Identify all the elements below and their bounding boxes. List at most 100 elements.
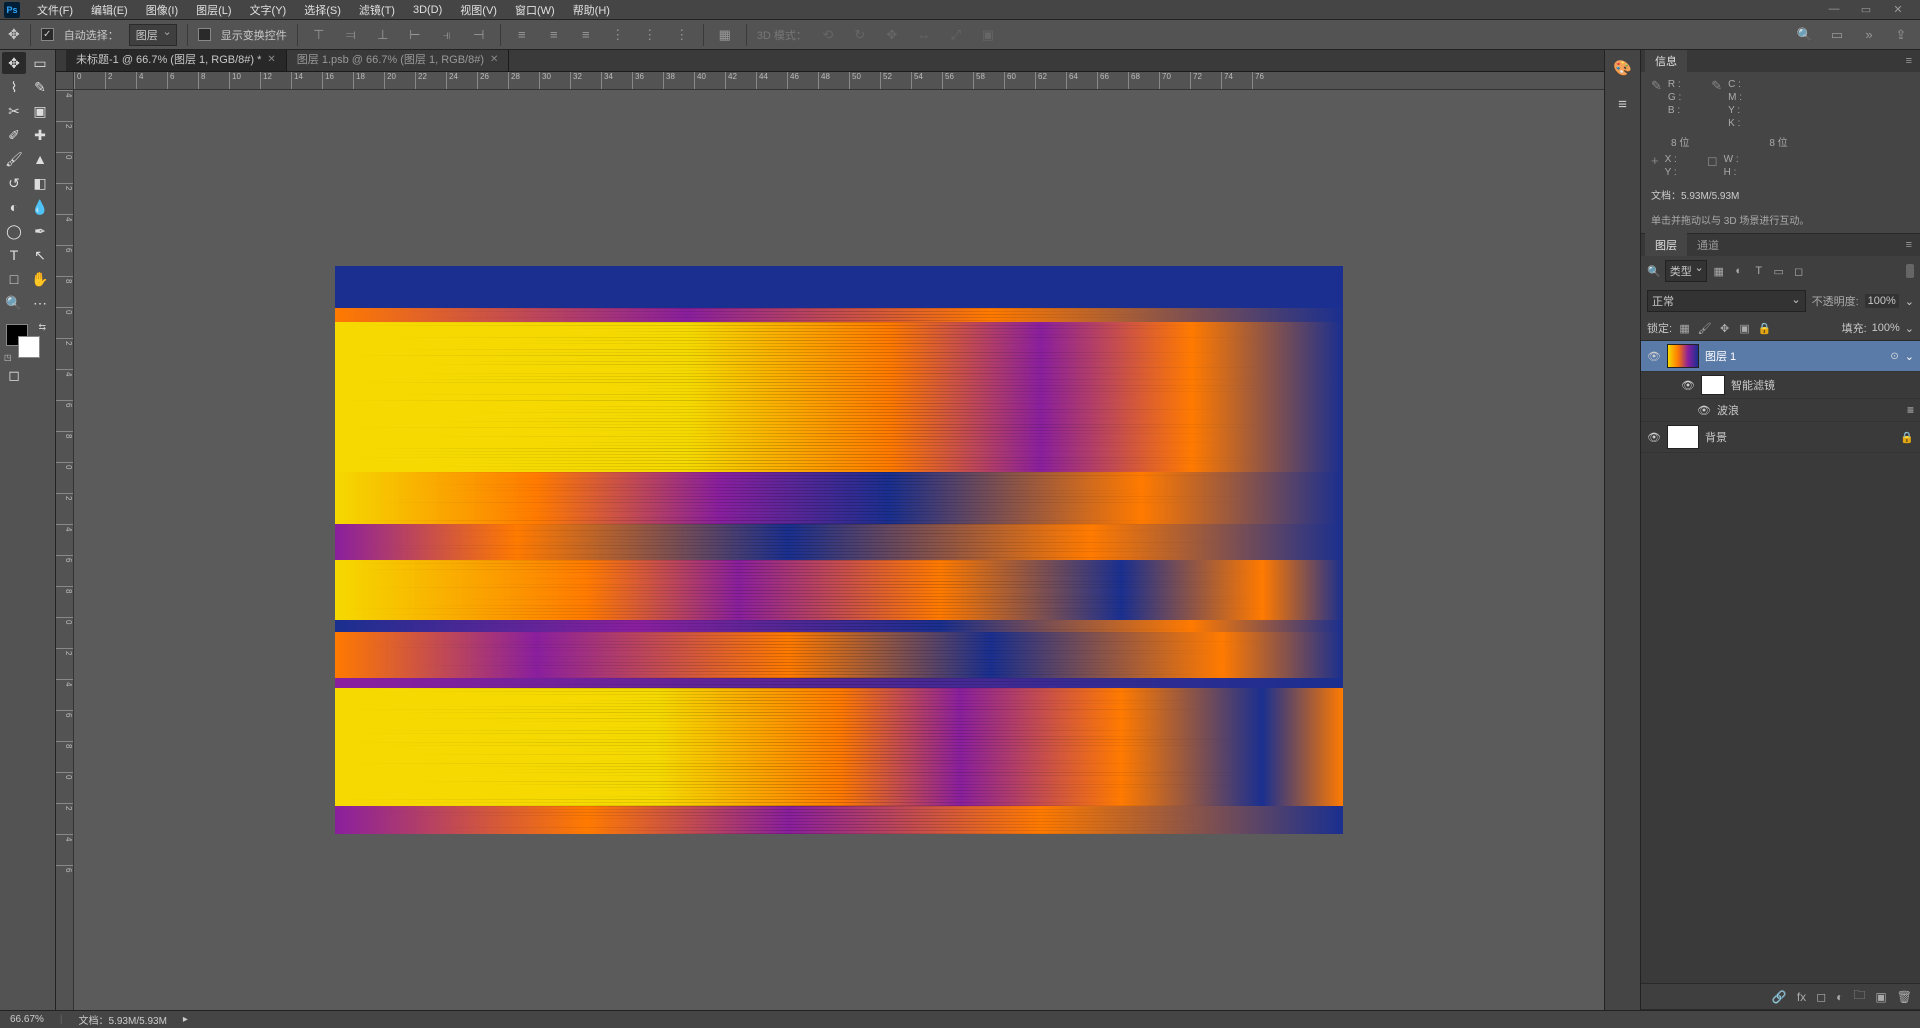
close-tab-icon[interactable]: ✕: [490, 54, 498, 65]
zoom-level[interactable]: 66.67%: [10, 1014, 44, 1025]
filter-toggle[interactable]: [1906, 264, 1914, 278]
quick-mask-tool[interactable]: ◻: [2, 364, 26, 386]
history-brush-tool[interactable]: ↺: [2, 172, 26, 194]
share-icon[interactable]: ⇪: [1890, 24, 1912, 46]
layer-name[interactable]: 背景: [1705, 429, 1727, 445]
foreground-background-colors[interactable]: ⇆ ◳: [2, 322, 50, 362]
filter-kind-dropdown[interactable]: 类型: [1665, 260, 1707, 282]
filter-mask-thumbnail[interactable]: [1701, 375, 1725, 395]
stamp-tool[interactable]: ▲: [28, 148, 52, 170]
filter-blend-options-icon[interactable]: ≡: [1907, 403, 1914, 417]
menu-filter[interactable]: 滤镜(T): [350, 2, 404, 18]
menu-select[interactable]: 选择(S): [295, 2, 350, 18]
dodge-tool[interactable]: ◯: [2, 220, 26, 242]
tab-info[interactable]: 信息: [1645, 49, 1687, 73]
filter-smart-icon[interactable]: ◻: [1791, 263, 1807, 279]
dist-left-icon[interactable]: ⋮: [607, 24, 629, 46]
expand-panels-icon[interactable]: »: [1858, 24, 1880, 46]
rectangle-tool[interactable]: □: [2, 268, 26, 290]
filter-pixel-icon[interactable]: ▦: [1711, 263, 1727, 279]
layer-thumbnail[interactable]: [1667, 344, 1699, 368]
menu-3d[interactable]: 3D(D): [404, 4, 451, 16]
show-transform-checkbox[interactable]: [198, 28, 211, 41]
tab-channels[interactable]: 通道: [1687, 233, 1729, 257]
menu-view[interactable]: 视图(V): [451, 2, 506, 18]
link-layers-icon[interactable]: 🔗: [1772, 990, 1787, 1004]
workspace-icon[interactable]: ▭: [1826, 24, 1848, 46]
auto-select-checkbox[interactable]: [41, 28, 54, 41]
marquee-tool[interactable]: ▭: [28, 52, 52, 74]
lock-pixels-icon[interactable]: 🖌: [1697, 321, 1712, 336]
chevron-down-icon[interactable]: ⌄: [1905, 322, 1914, 335]
menu-window[interactable]: 窗口(W): [506, 2, 564, 18]
fill-value[interactable]: 100%: [1872, 322, 1900, 334]
pen-tool[interactable]: ✒: [28, 220, 52, 242]
visibility-icon[interactable]: 👁: [1681, 379, 1695, 392]
doc-size[interactable]: 文档：5.93M/5.93M: [79, 1012, 167, 1027]
adjustments-panel-icon[interactable]: ≡: [1611, 92, 1635, 116]
align-left-icon[interactable]: ⊢: [404, 24, 426, 46]
close-tab-icon[interactable]: ✕: [267, 54, 275, 65]
window-minimize-icon[interactable]: —: [1824, 3, 1844, 16]
lock-all-icon[interactable]: 🔒: [1757, 321, 1772, 336]
ruler-horizontal[interactable]: 0246810121416182022242628303234363840424…: [74, 72, 1604, 90]
align-top-icon[interactable]: ⊤: [308, 24, 330, 46]
panel-menu-icon[interactable]: ≡: [1902, 55, 1916, 67]
search-icon[interactable]: 🔍: [1794, 24, 1816, 46]
blur-tool[interactable]: 💧: [28, 196, 52, 218]
document-tab-inactive[interactable]: 图层 1.psb @ 66.7% (图层 1, RGB/8#) ✕: [287, 47, 510, 71]
gradient-tool[interactable]: ◐: [2, 196, 26, 218]
filter-adjust-icon[interactable]: ◐: [1731, 263, 1747, 279]
chevron-down-icon[interactable]: ⌄: [1905, 350, 1914, 363]
delete-layer-icon[interactable]: 🗑: [1897, 990, 1912, 1004]
menu-type[interactable]: 文字(Y): [241, 2, 296, 18]
visibility-icon[interactable]: 👁: [1647, 431, 1661, 444]
eyedropper-tool[interactable]: ✐: [2, 124, 26, 146]
default-colors-icon[interactable]: ◳: [4, 353, 12, 362]
lock-icon[interactable]: 🔒: [1900, 431, 1914, 444]
auto-select-target-dropdown[interactable]: 图层: [129, 24, 177, 46]
align-hcenter-icon[interactable]: ⫣: [436, 24, 458, 46]
zoom-tool[interactable]: 🔍: [2, 292, 26, 314]
layer-style-icon[interactable]: fx: [1797, 990, 1806, 1004]
tab-layers[interactable]: 图层: [1645, 233, 1687, 257]
menu-image[interactable]: 图像(I): [137, 2, 187, 18]
smart-filters-group[interactable]: 👁 智能滤镜: [1641, 372, 1920, 399]
layer-item[interactable]: 👁 背景 🔒: [1641, 422, 1920, 453]
type-tool[interactable]: T: [2, 244, 26, 266]
layer-item[interactable]: 👁 图层 1 ⊙ ⌄: [1641, 341, 1920, 372]
menu-help[interactable]: 帮助(H): [564, 2, 619, 18]
visibility-icon[interactable]: 👁: [1697, 404, 1711, 417]
dist-top-icon[interactable]: ≡: [511, 24, 533, 46]
swap-colors-icon[interactable]: ⇆: [38, 322, 46, 333]
menu-edit[interactable]: 编辑(E): [82, 2, 137, 18]
move-tool-icon[interactable]: ✥: [8, 26, 20, 43]
opacity-value[interactable]: 100%: [1865, 294, 1899, 308]
path-select-tool[interactable]: ↖: [28, 244, 52, 266]
color-panel-icon[interactable]: 🎨: [1611, 56, 1635, 80]
panel-menu-icon[interactable]: ≡: [1902, 239, 1916, 251]
menu-file[interactable]: 文件(F): [28, 2, 82, 18]
chevron-down-icon[interactable]: ⌄: [1905, 295, 1914, 308]
healing-tool[interactable]: ✚: [28, 124, 52, 146]
window-close-icon[interactable]: ✕: [1888, 3, 1908, 16]
smart-filter-item[interactable]: 👁 波浪 ≡: [1641, 399, 1920, 422]
dist-bottom-icon[interactable]: ≡: [575, 24, 597, 46]
align-vcenter-icon[interactable]: ⫤: [340, 24, 362, 46]
dist-right-icon[interactable]: ⋮: [671, 24, 693, 46]
lock-transparent-icon[interactable]: ▦: [1677, 321, 1692, 336]
ruler-vertical[interactable]: 42024680246802468024680246: [56, 90, 74, 1010]
ruler-origin[interactable]: [56, 72, 74, 90]
window-restore-icon[interactable]: ▭: [1856, 3, 1876, 16]
document-tab-active[interactable]: 未标题-1 @ 66.7% (图层 1, RGB/8#) * ✕: [66, 47, 287, 71]
lock-position-icon[interactable]: ✥: [1717, 321, 1732, 336]
quick-select-tool[interactable]: ✎: [28, 76, 52, 98]
dist-vcenter-icon[interactable]: ≡: [543, 24, 565, 46]
blend-mode-dropdown[interactable]: 正常: [1647, 290, 1806, 312]
filter-name[interactable]: 波浪: [1717, 402, 1739, 418]
menu-layer[interactable]: 图层(L): [187, 2, 240, 18]
frame-tool[interactable]: ▣: [28, 100, 52, 122]
crop-tool[interactable]: ✂: [2, 100, 26, 122]
lasso-tool[interactable]: ⌇: [2, 76, 26, 98]
auto-align-icon[interactable]: ▦: [714, 24, 736, 46]
